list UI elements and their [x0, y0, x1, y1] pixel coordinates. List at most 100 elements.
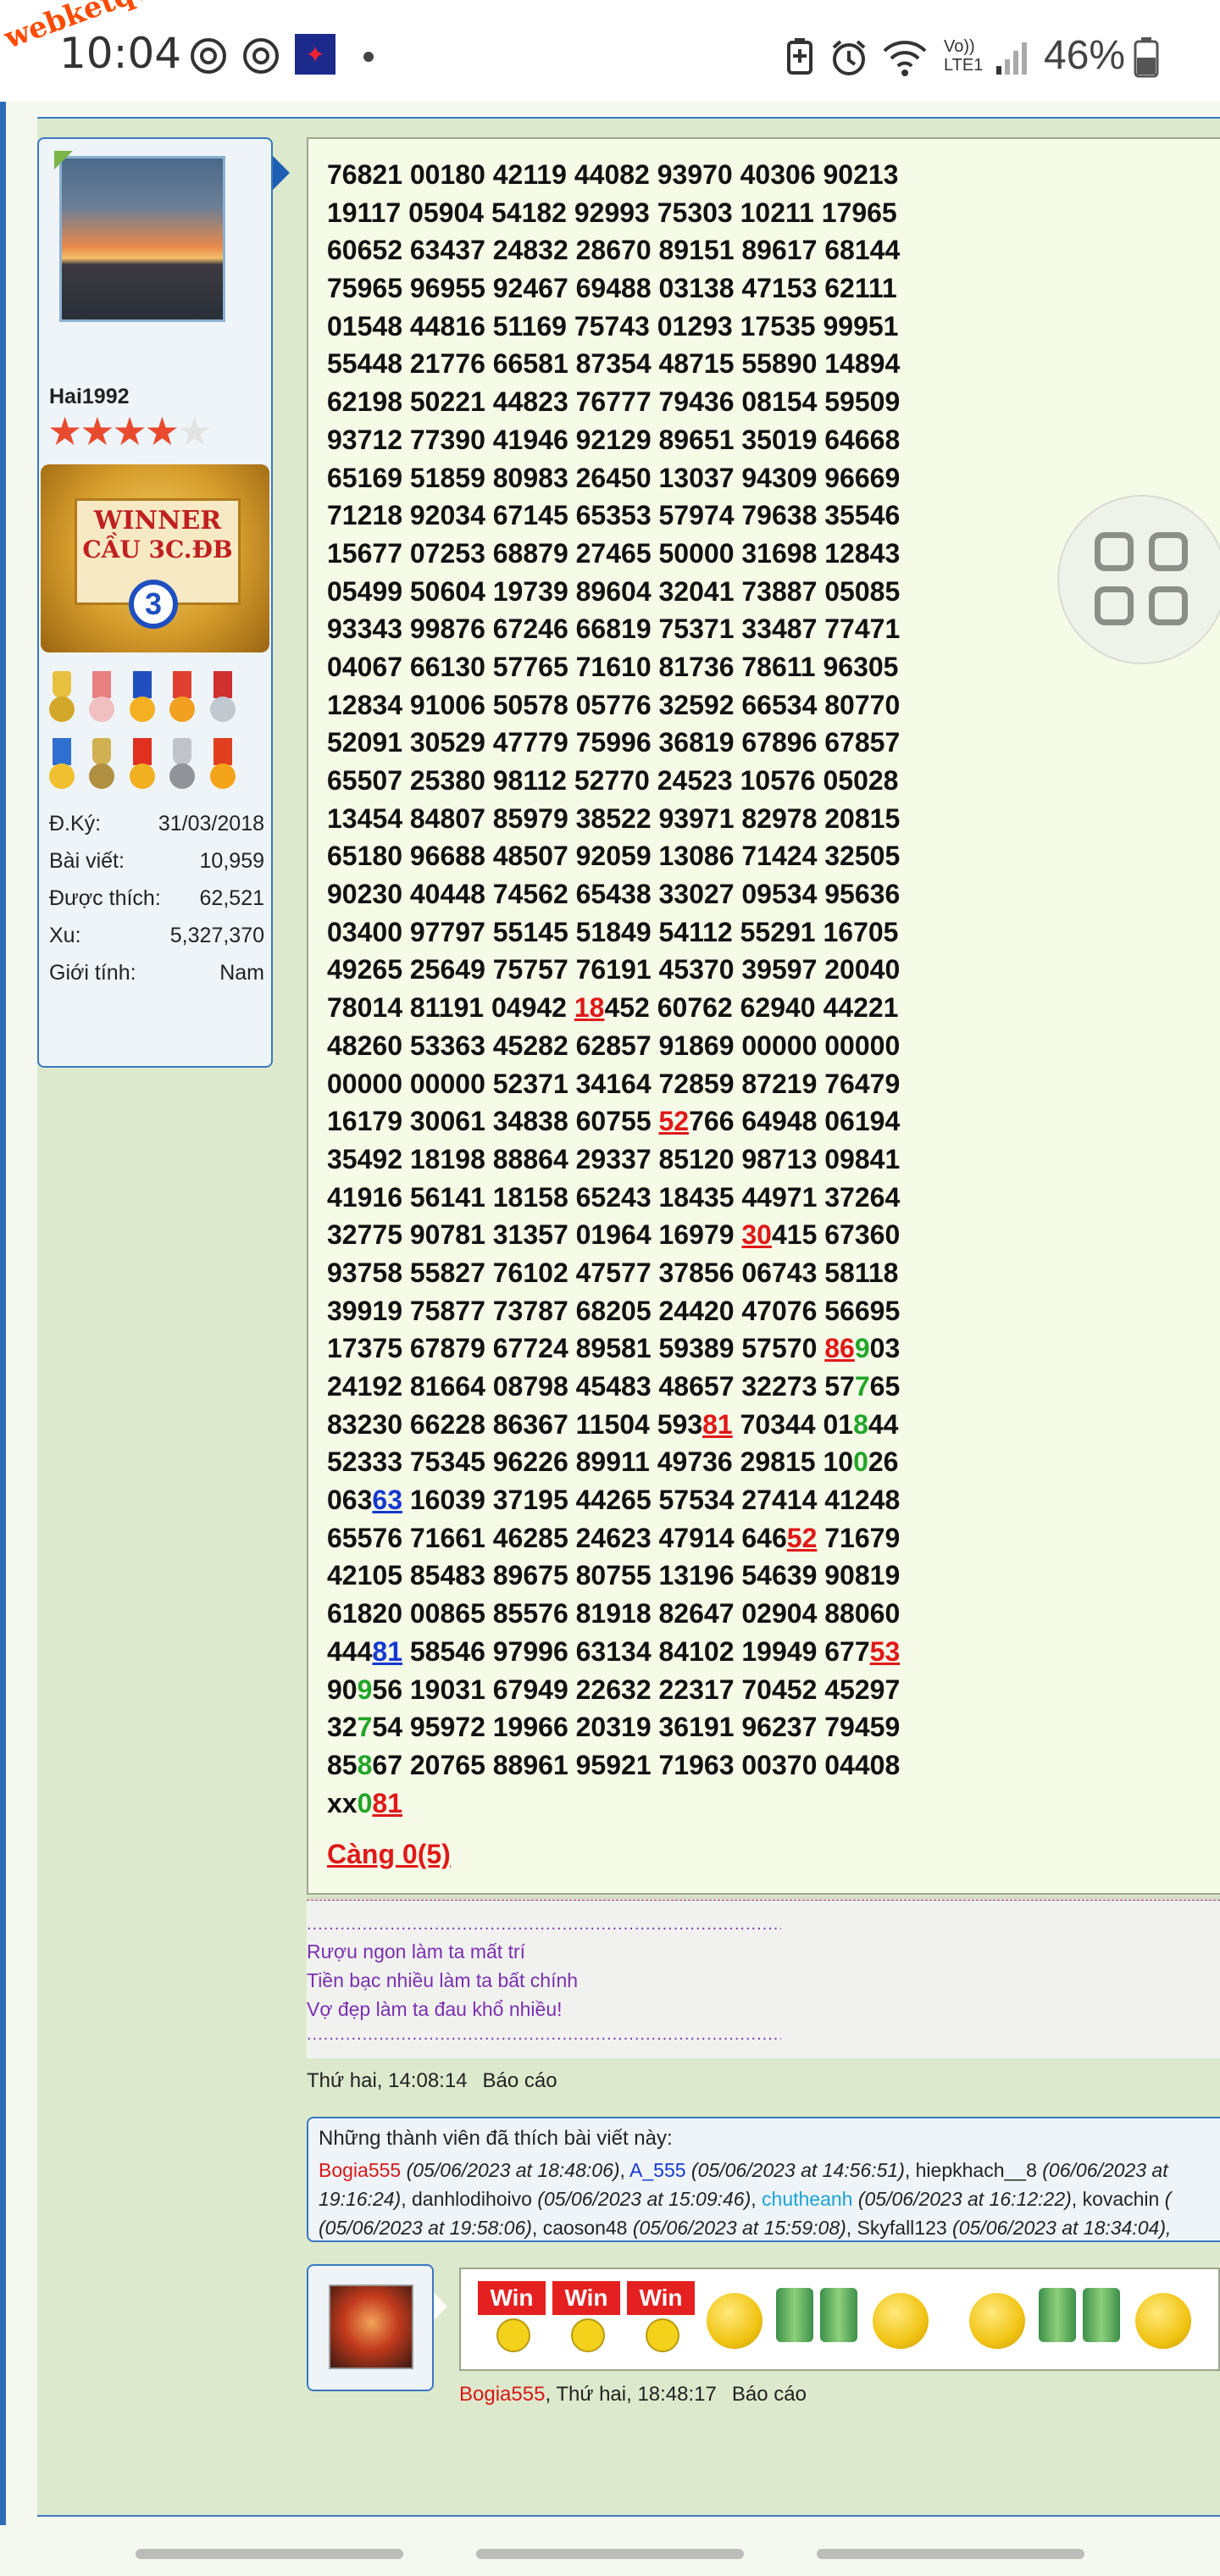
number-text: 063: [327, 1485, 373, 1516]
signature-line: Tiền bạc nhiều làm ta bất chính: [307, 1969, 579, 1991]
medal-icon: [125, 738, 160, 797]
number-text: 19117 05904 54182 92993 75303 10211 1796…: [327, 197, 897, 228]
highlighted-digits: 18: [574, 992, 605, 1024]
liker-name[interactable]: hiepkhach__8: [916, 2159, 1037, 2181]
number-line: 61820 00865 85576 81918 82647 02904 8806…: [327, 1595, 900, 1633]
number-text: 41916 56141 18158 65243 18435 44971 3726…: [327, 1181, 901, 1213]
number-text: 13454 84807 85979 38522 93971 82978 2081…: [327, 802, 901, 834]
number-text: 16039 37195 44265 57534 27414 41248: [402, 1485, 901, 1516]
number-line: 44481 58546 97996 63134 84102 19949 6775…: [327, 1633, 900, 1671]
like-timestamp: (05/06/2023 at 18:34:04),: [946, 2217, 1172, 2239]
status-bar: 10:04 webketqua.net ✦ Vo)) LTE1 46%: [0, 0, 1220, 102]
number-line: 42105 85483 89675 80755 13196 54639 9081…: [327, 1557, 900, 1595]
status-time: 10:04: [59, 29, 182, 78]
win-label: Win: [627, 2281, 695, 2315]
number-text: 16179 30061 34838 60755: [327, 1106, 659, 1137]
number-text: 65180 96688 48507 92059 13086 71424 3250…: [327, 841, 901, 872]
number-text: 83230 66228 86367 11504 593: [327, 1408, 703, 1440]
reply-meta: Bogia555, Thứ hai, 18:48:17 Báo cáo: [459, 2383, 807, 2407]
number-text: 52091 30529 47779 75996 36819 67896 6785…: [327, 727, 901, 758]
win-emoticon: Win: [552, 2281, 620, 2357]
medal-icon: [164, 671, 200, 730]
reply-body: Win Win Win: [459, 2268, 1220, 2371]
number-line: 85867 20765 88961 95921 71963 00370 0440…: [327, 1746, 900, 1785]
number-grid: 76821 00180 42119 44082 93970 40306 9021…: [327, 156, 900, 1822]
thread-page: Hai1992 ★★★★★ WINNER CẦU 3C.ĐB 3 Đ.Ký: 31…: [0, 102, 1220, 2546]
singing-smiley-icon: [873, 2293, 929, 2349]
number-text: 90230 40448 74562 65438 33027 09534 9563…: [327, 879, 901, 910]
number-text: 56 19031 67949 22632 22317 70452 45297: [372, 1674, 901, 1705]
online-corner-icon: [54, 151, 73, 169]
number-text: 55448 21776 66581 87354 48715 55890 1489…: [327, 348, 901, 380]
beer-mug-icon: [776, 2288, 813, 2342]
username[interactable]: Hai1992: [49, 385, 130, 409]
stat-value: Nam: [219, 961, 264, 985]
number-line: 06363 16039 37195 44265 57534 27414 4124…: [327, 1481, 900, 1519]
wifi-icon: [881, 37, 929, 82]
stat-label: Xu:: [49, 924, 81, 947]
win-label: Win: [478, 2281, 546, 2315]
liker-name[interactable]: Skyfall123: [857, 2217, 947, 2239]
likes-box: Những thành viên đã thích bài viết này: …: [307, 2117, 1220, 2242]
liker-name[interactable]: danhlodihoivo: [412, 2188, 532, 2210]
report-link[interactable]: Báo cáo: [483, 2069, 557, 2092]
award-title: WINNER: [93, 506, 222, 536]
avatar[interactable]: [59, 156, 225, 322]
number-line: 55448 21776 66581 87354 48715 55890 1489…: [327, 345, 900, 383]
liker-name[interactable]: kovachin: [1083, 2188, 1160, 2210]
number-line: 00000 00000 52371 34164 72859 87219 7647…: [327, 1065, 900, 1103]
highlighted-digits: 0: [357, 1787, 373, 1818]
cang-link[interactable]: Càng 0(5): [327, 1839, 451, 1870]
number-line: 93712 77390 41946 92129 89651 35019 6466…: [327, 421, 900, 459]
app-grid-button[interactable]: [1057, 495, 1220, 664]
liker-name[interactable]: caoson48: [543, 2217, 628, 2239]
number-text: 49265 25649 75757 76191 45370 39597 2004…: [327, 954, 901, 985]
number-line: 01548 44816 51169 75743 01293 17535 9995…: [327, 308, 900, 346]
number-line: 19117 05904 54182 92993 75303 10211 1796…: [327, 194, 900, 232]
number-text: 35492 18198 88864 29337 85120 98713 0984…: [327, 1143, 901, 1174]
nav-home-button[interactable]: [476, 2549, 744, 2559]
signature-divider: ........................................…: [307, 1915, 781, 1934]
stat-likes: Được thích: 62,521: [49, 886, 264, 917]
number-text: 766 64948 06194: [689, 1106, 901, 1137]
number-text: 39919 75877 73787 68205 24420 47076 5669…: [327, 1295, 901, 1326]
medal-icon: [125, 671, 160, 730]
number-text: 32: [327, 1712, 358, 1743]
post-meta: Thứ hai, 14:08:14 Báo cáo: [307, 2069, 557, 2093]
number-line: 39919 75877 73787 68205 24420 47076 5669…: [327, 1292, 900, 1330]
highlighted-digits: 7: [854, 1371, 870, 1402]
number-line: 93343 99876 67246 66819 75371 33487 7747…: [327, 610, 900, 648]
reply-time: , Thứ hai, 18:48:17: [545, 2383, 717, 2406]
nav-back-button[interactable]: [817, 2549, 1084, 2559]
number-text: 71679: [817, 1522, 901, 1553]
medal-row: [44, 671, 264, 805]
number-text: 76821 00180 42119 44082 93970 40306 9021…: [327, 159, 899, 190]
post-time: Thứ hai, 14:08:14: [307, 2069, 468, 2092]
left-edge-bar: [0, 102, 6, 2546]
reply-author[interactable]: Bogia555: [459, 2383, 545, 2406]
number-text: xx: [327, 1787, 358, 1818]
number-line: 83230 66228 86367 11504 59381 70344 0184…: [327, 1406, 900, 1444]
number-text: 44: [868, 1408, 899, 1440]
number-text: 444: [327, 1635, 373, 1667]
liker-name[interactable]: A_555: [629, 2159, 686, 2181]
number-text: 05499 50604 19739 89604 32041 73887 0508…: [327, 575, 901, 607]
avatar[interactable]: [329, 2285, 413, 2369]
star-icon: ★: [144, 409, 180, 453]
liker-name[interactable]: Bogia555: [319, 2159, 401, 2181]
number-line: 16179 30061 34838 60755 52766 64948 0619…: [327, 1102, 900, 1141]
signature-line: Vợ đẹp làm ta đau khổ nhiều!: [307, 1998, 563, 2020]
liker-name[interactable]: chutheanh: [762, 2188, 852, 2210]
highlighted-digits: 81: [372, 1635, 402, 1667]
number-line: 41916 56141 18158 65243 18435 44971 3726…: [327, 1179, 900, 1217]
reply-pointer-arrow: [434, 2293, 447, 2320]
number-line: 12834 91006 50578 05776 32592 66534 8077…: [327, 686, 900, 724]
report-link[interactable]: Báo cáo: [732, 2383, 807, 2406]
nav-recent-button[interactable]: [136, 2549, 403, 2559]
number-line: 65180 96688 48507 92059 13086 71424 3250…: [327, 837, 900, 875]
number-text: 75965 96955 92467 69488 03138 47153 6211…: [327, 273, 897, 304]
number-line: 32775 90781 31357 01964 16979 30415 6736…: [327, 1216, 900, 1254]
number-text: 26: [868, 1446, 899, 1478]
number-line: 49265 25649 75757 76191 45370 39597 2004…: [327, 951, 900, 989]
number-line: xx081: [327, 1785, 900, 1823]
